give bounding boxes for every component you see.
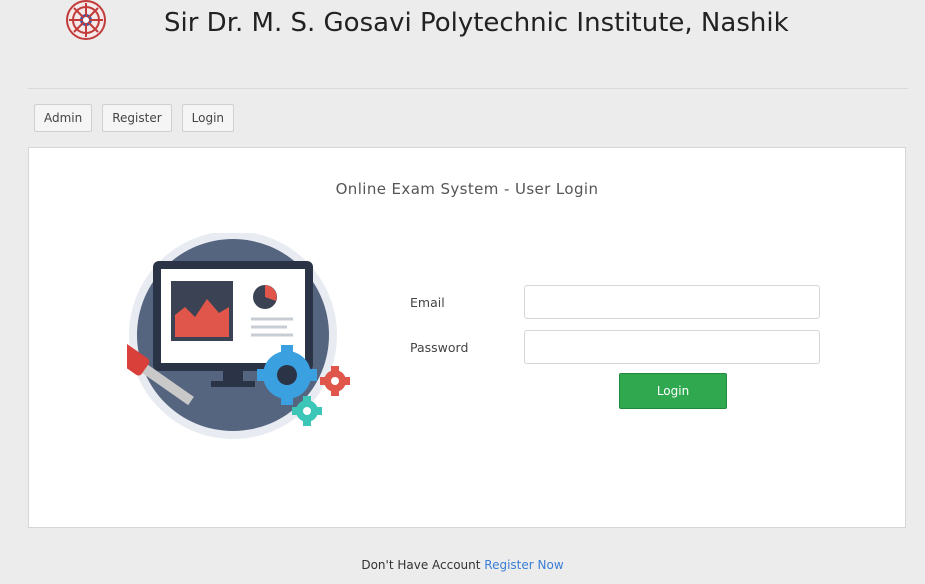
register-now-link[interactable]: Register Now: [484, 558, 563, 572]
login-card: Online Exam System - User Login Email Pa…: [28, 147, 906, 528]
footer: Don't Have Account Register Now: [0, 558, 925, 572]
login-card-title: Online Exam System - User Login: [335, 180, 599, 198]
top-nav: Admin Register Login: [34, 104, 235, 132]
footer-text: Don't Have Account: [361, 558, 481, 572]
institute-logo-icon: [66, 0, 106, 40]
password-field[interactable]: [524, 330, 820, 364]
password-label: Password: [410, 340, 469, 355]
email-field[interactable]: [524, 285, 820, 319]
nav-admin-button[interactable]: Admin: [34, 104, 93, 132]
login-button[interactable]: Login: [619, 373, 727, 409]
page-title: Sir Dr. M. S. Gosavi Polytechnic Institu…: [164, 8, 789, 38]
computer-gears-illustration-icon: [127, 233, 350, 439]
header: Sir Dr. M. S. Gosavi Polytechnic Institu…: [0, 0, 925, 88]
nav-register-button[interactable]: Register: [102, 104, 172, 132]
nav-login-button[interactable]: Login: [181, 104, 235, 132]
email-label: Email: [410, 295, 445, 310]
divider: [28, 88, 908, 89]
